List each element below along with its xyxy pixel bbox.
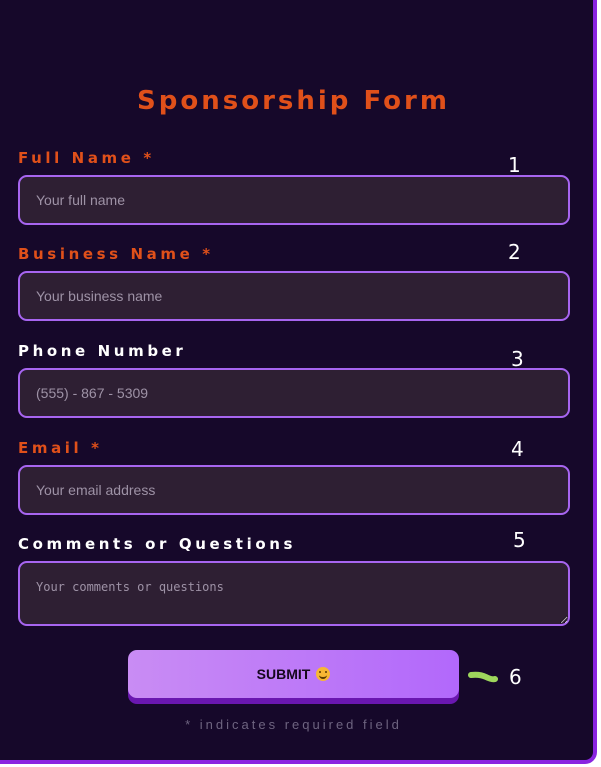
marker-5: 5 xyxy=(513,528,526,552)
email-input[interactable] xyxy=(18,465,570,515)
required-field-note: * indicates required field xyxy=(185,717,402,732)
full-name-input[interactable] xyxy=(18,175,570,225)
form-title: Sponsorship Form xyxy=(137,86,450,116)
smiley-face-icon xyxy=(316,667,331,681)
business-name-label: Business Name * xyxy=(18,245,214,263)
marker-3: 3 xyxy=(511,347,524,371)
marker-4: 4 xyxy=(511,437,524,461)
phone-number-input[interactable] xyxy=(18,368,570,418)
business-name-input[interactable] xyxy=(18,271,570,321)
phone-number-label: Phone Number xyxy=(18,342,187,360)
full-name-label: Full Name * xyxy=(18,149,155,167)
marker-1: 1 xyxy=(508,153,521,177)
marker-2: 2 xyxy=(508,240,521,264)
comments-label: Comments or Questions xyxy=(18,535,297,553)
comments-textarea[interactable] xyxy=(18,561,570,626)
submit-button[interactable]: SUBMIT xyxy=(128,650,459,698)
marker-6: 6 xyxy=(509,665,522,689)
form-container: Sponsorship Form Full Name * 1 Business … xyxy=(0,0,597,764)
submit-button-label: SUBMIT xyxy=(256,666,311,682)
green-squiggle-icon xyxy=(468,671,498,683)
email-label: Email * xyxy=(18,439,103,457)
